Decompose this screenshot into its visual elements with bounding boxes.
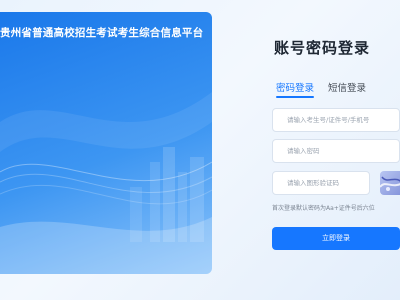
account-input[interactable]: 请输入考生号/证件号/手机号 [272, 108, 400, 132]
banner-illustration [0, 92, 212, 274]
tab-password-login[interactable]: 密码登录 [276, 80, 315, 100]
captcha-graphic [380, 176, 400, 191]
banner-title: 贵州省普通高校招生考试考生综合信息平台 [0, 27, 204, 39]
login-tabs: 密码登录 短信登录 [276, 80, 380, 100]
tab-sms-login[interactable]: 短信登录 [328, 80, 366, 100]
password-input[interactable]: 请输入密码 [272, 139, 400, 163]
captcha-input[interactable]: 请输入图形验证码 [272, 171, 370, 195]
banner-panel: 贵州省普通高校招生考试考生综合信息平台 [0, 12, 212, 274]
login-button[interactable]: 立即登录 [272, 227, 400, 250]
login-title: 账号密码登录 [274, 39, 371, 57]
captcha-image[interactable] [380, 171, 400, 195]
password-hint: 首次登录默认密码为Aa+证件号后六位 [272, 205, 375, 212]
